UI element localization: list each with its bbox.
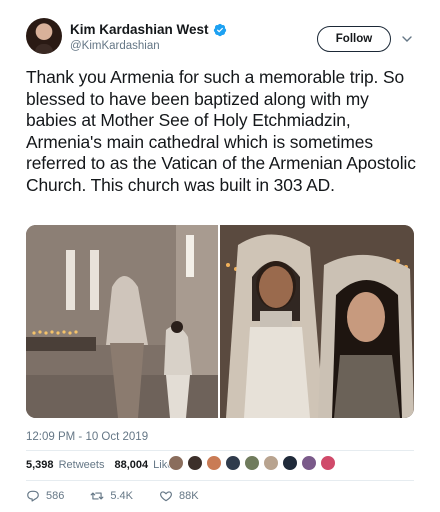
tweet-text: Thank you Armenia for such a memorable t…	[26, 67, 416, 195]
liker-avatar[interactable]	[282, 455, 298, 471]
liker-avatar[interactable]	[206, 455, 222, 471]
author-handle[interactable]: @KimKardashian	[70, 40, 160, 52]
chevron-down-icon[interactable]	[401, 34, 413, 44]
divider	[26, 450, 414, 451]
verified-badge-icon	[213, 23, 226, 36]
likes-count: 88,004	[114, 459, 149, 471]
reply-button[interactable]: 586	[26, 489, 64, 503]
tweet-timestamp[interactable]: 12:09 PM - 10 Oct 2019	[26, 431, 148, 443]
media-photo-cathedral[interactable]	[26, 225, 218, 418]
liker-avatar[interactable]	[225, 455, 241, 471]
retweet-icon	[90, 492, 104, 500]
liker-avatar[interactable]	[301, 455, 317, 471]
liker-avatars[interactable]	[168, 455, 336, 471]
media-photo-portrait[interactable]	[220, 225, 414, 418]
reply-icon	[27, 490, 39, 502]
retweet-button[interactable]: 5.4K	[90, 489, 133, 503]
reply-count: 586	[46, 490, 65, 502]
author-display-name[interactable]: Kim Kardashian West	[70, 22, 209, 37]
heart-icon	[160, 491, 172, 502]
liker-avatar[interactable]	[187, 455, 203, 471]
tweet-media[interactable]	[26, 225, 414, 418]
divider	[26, 480, 414, 481]
liker-avatar[interactable]	[244, 455, 260, 471]
retweets-stat[interactable]: 5,398 Retweets	[26, 459, 104, 471]
retweets-count: 5,398	[26, 459, 54, 471]
retweet-count: 5.4K	[110, 490, 133, 502]
like-count: 88K	[179, 490, 199, 502]
tweet-card: Kim Kardashian West @KimKardashian Follo…	[0, 0, 440, 512]
like-button[interactable]: 88K	[159, 489, 199, 503]
tweet-stats: 5,398 Retweets 88,004 Likes	[26, 459, 179, 471]
retweets-label: Retweets	[58, 459, 105, 471]
liker-avatar[interactable]	[320, 455, 336, 471]
follow-button[interactable]: Follow	[317, 26, 391, 52]
liker-avatar[interactable]	[263, 455, 279, 471]
liker-avatar[interactable]	[168, 455, 184, 471]
author-avatar[interactable]	[26, 18, 62, 54]
tweet-actions: 586 5.4K 88K	[26, 489, 225, 503]
author-name-row[interactable]: Kim Kardashian West	[70, 22, 227, 37]
